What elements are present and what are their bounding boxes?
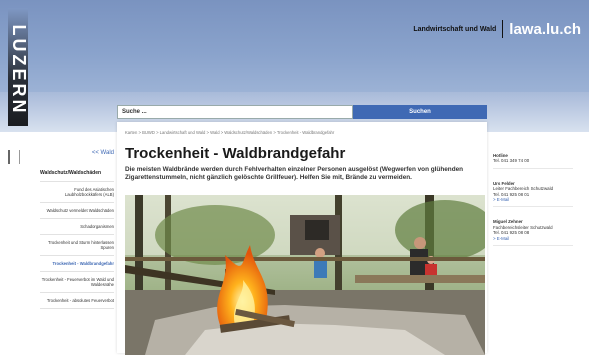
search-button[interactable]: Suchen [353, 105, 487, 119]
canton-wordmark-text: LUZERN [9, 24, 29, 116]
email-link[interactable]: > E-Mail [493, 197, 573, 202]
back-link[interactable]: << Wald [40, 150, 114, 156]
email-link[interactable]: > E-Mail [493, 236, 573, 241]
department-name: Landwirtschaft und Wald [413, 25, 497, 33]
canton-wordmark[interactable]: LUZERN [8, 8, 29, 126]
nav-item-waldbrandgefahr[interactable]: Trockenheit - Waldbrandgefahr [40, 256, 114, 272]
search-bar: Suche ... Suchen [117, 105, 487, 119]
contact-miguel-zehner: Miguel Zehner Fachbereichsleiter Schutzw… [493, 219, 573, 247]
nav-item-absolutes-feuerverbot[interactable]: Trockenheit - absolutes Feuerverbot [40, 293, 114, 309]
nav-item-sturm[interactable]: Trockenheit und Sturm hinterlassen Spure… [40, 235, 114, 256]
site-logo[interactable]: lawa.lu.ch [509, 21, 581, 38]
hero-photo-campfire [125, 195, 485, 355]
nav-item-schadorganismen[interactable]: Schadorganismen [40, 219, 114, 235]
nav-item-feuerverbot-wald[interactable]: Trockenheit - Feuerverbot im Wald und Wa… [40, 272, 114, 293]
brand-divider [502, 20, 504, 38]
main-content: Karten > BUWD > Landwirtschaft und Wald … [117, 122, 487, 355]
nav-item-waldschaeden[interactable]: Waldschutz vermeldet Waldschäden [40, 203, 114, 219]
contact-column: Hotline Tel. 041 349 74 00 Urs Felder Le… [493, 153, 573, 258]
nav-item-alb[interactable]: Fund des Asiatischen Laubholzbockkäfers … [40, 182, 114, 203]
contact-phone: Tel. 041 349 74 00 [493, 158, 530, 164]
contact-urs-felder: Urs Felder Leiter Fachbereich Schutzwald… [493, 181, 573, 208]
brand[interactable]: Landwirtschaft und Wald lawa.lu.ch [413, 20, 581, 38]
contact-hotline: Hotline Tel. 041 349 74 00 [493, 153, 573, 169]
nav-section-title[interactable]: Waldschutz/Waldschäden [40, 166, 114, 182]
lead-text: Die meisten Waldbrände werden durch Fehl… [125, 166, 464, 181]
search-input[interactable]: Suche ... [117, 105, 353, 119]
side-marker [8, 150, 20, 164]
breadcrumb[interactable]: Karten > BUWD > Landwirtschaft und Wald … [117, 122, 487, 135]
left-navigation: << Wald Waldschutz/Waldschäden Fund des … [40, 150, 114, 309]
page-title: Trockenheit - Waldbrandgefahr [125, 145, 346, 162]
